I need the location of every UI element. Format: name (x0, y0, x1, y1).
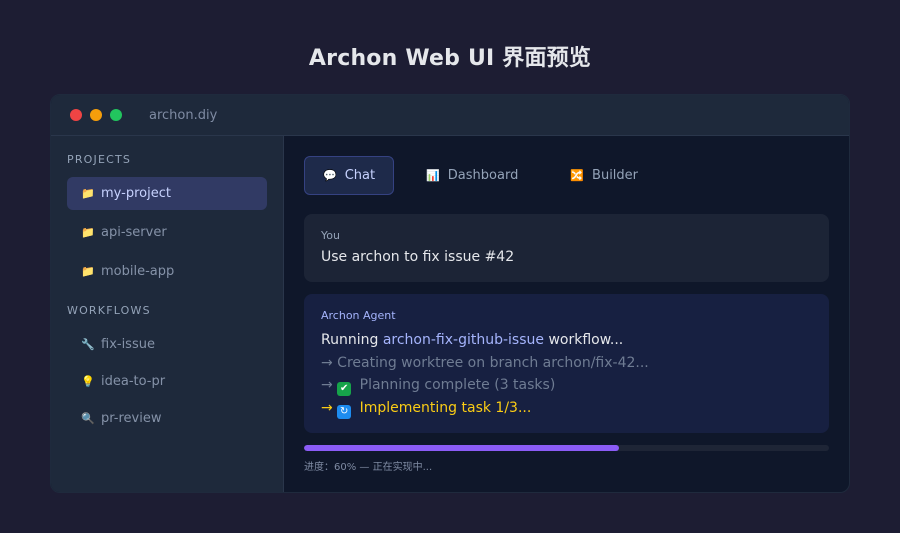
window-titlebar: archon.diy (51, 95, 849, 136)
minimize-window-dot[interactable] (90, 109, 102, 121)
magnifier-icon: 🔍 (81, 412, 95, 425)
sidebar-item-label: fix-issue (101, 337, 155, 352)
sidebar-item-api-server[interactable]: 📁 api-server (67, 216, 267, 249)
folder-icon: 📁 (81, 226, 95, 239)
sidebar-item-fix-issue[interactable]: 🔧 fix-issue (67, 329, 267, 360)
tab-bar: 💬 Chat 📊 Dashboard 🔀 Builder (304, 156, 829, 195)
lightbulb-icon: 💡 (81, 375, 95, 388)
tab-chat[interactable]: 💬 Chat (304, 156, 395, 195)
maximize-window-dot[interactable] (110, 109, 122, 121)
tab-dashboard[interactable]: 📊 Dashboard (406, 156, 538, 195)
app-window: archon.diy PROJECTS 📁 my-project 📁 api-s… (50, 94, 850, 493)
message-author: You (321, 229, 340, 242)
sync-icon: ↻ (337, 404, 352, 419)
sidebar-item-label: my-project (101, 186, 171, 201)
sidebar-item-my-project[interactable]: 📁 my-project (67, 177, 267, 210)
agent-running-line: Running archon-fix-github-issue workflow… (321, 329, 812, 352)
running-prefix: Running (321, 332, 383, 348)
sidebar-item-label: mobile-app (101, 264, 175, 279)
sidebar-item-pr-review[interactable]: 🔍 pr-review (67, 403, 267, 434)
progress-bar (304, 445, 829, 451)
agent-step-worktree: → Creating worktree on branch archon/fix… (321, 354, 649, 371)
tab-label: Dashboard (447, 168, 519, 183)
shuffle-icon: 🔀 (570, 169, 585, 182)
chat-bubble-icon: 💬 (323, 169, 337, 182)
progress-bar-fill (304, 445, 619, 451)
check-icon: ✔ (337, 382, 352, 396)
agent-message-card: Archon Agent Running archon-fix-github-i… (304, 294, 829, 433)
folder-icon: 📁 (81, 265, 95, 278)
projects-section-label: PROJECTS (67, 153, 132, 166)
tab-label: Builder (592, 168, 639, 183)
sidebar-item-label: pr-review (101, 411, 162, 426)
user-message-card: You Use archon to fix issue #42 (304, 214, 829, 282)
agent-step-implementing: → ↻ Implementing task 1/3... (321, 397, 812, 420)
message-text: Use archon to fix issue #42 (321, 249, 515, 265)
sidebar-item-label: api-server (101, 225, 167, 240)
step-text: Planning complete (3 tasks) (355, 377, 556, 393)
step-arrow: → (321, 377, 338, 393)
tab-label: Chat (344, 168, 376, 183)
message-author: Archon Agent (321, 309, 396, 322)
folder-icon: 📁 (81, 187, 95, 200)
wrench-icon: 🔧 (81, 338, 95, 351)
sidebar-item-mobile-app[interactable]: 📁 mobile-app (67, 255, 267, 288)
window-title: archon.diy (149, 107, 218, 123)
main-panel: 💬 Chat 📊 Dashboard 🔀 Builder You Use arc… (284, 136, 849, 492)
running-suffix: workflow... (544, 332, 624, 348)
bar-chart-icon: 📊 (426, 169, 440, 182)
sidebar-item-label: idea-to-pr (101, 374, 166, 389)
page-title: Archon Web UI 界面预览 (308, 46, 592, 71)
sidebar-item-idea-to-pr[interactable]: 💡 idea-to-pr (67, 366, 267, 397)
sidebar: PROJECTS 📁 my-project 📁 api-server 📁 mob… (51, 136, 284, 492)
tab-builder[interactable]: 🔀 Builder (550, 156, 658, 195)
progress-label: 进度：60% — 正在实现中... (304, 462, 433, 473)
close-window-dot[interactable] (70, 109, 82, 121)
step-arrow: → (321, 399, 338, 416)
agent-step-planning: → ✔ Planning complete (3 tasks) (321, 374, 812, 397)
workflow-name: archon-fix-github-issue (382, 332, 544, 348)
step-text: Implementing task 1/3... (355, 399, 532, 416)
workflows-section-label: WORKFLOWS (67, 304, 151, 317)
